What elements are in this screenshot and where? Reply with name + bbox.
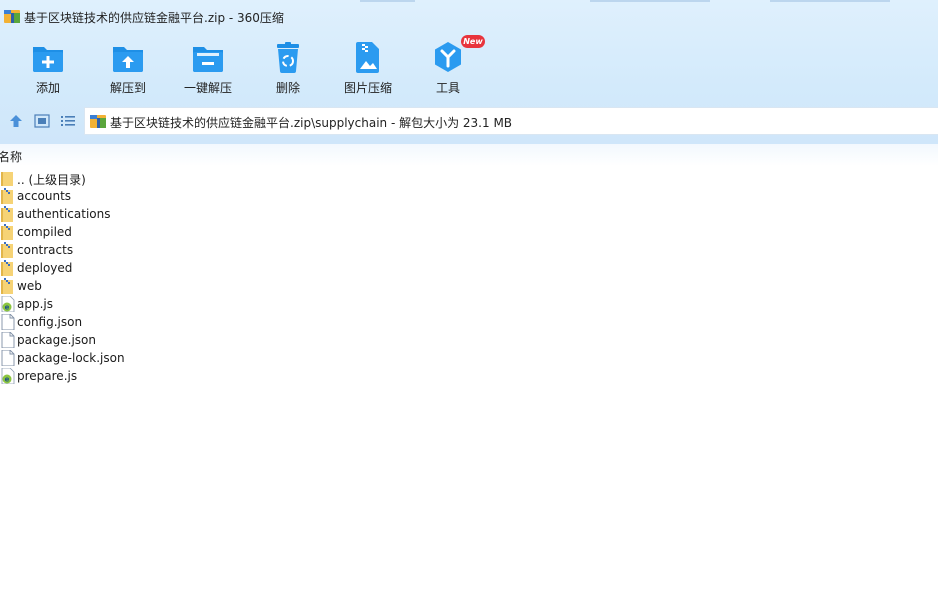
title-decoration	[360, 0, 415, 2]
folder-icon	[1, 260, 13, 276]
javascript-file-icon: e	[1, 368, 15, 384]
new-badge: New	[461, 35, 485, 48]
folder-icon	[1, 278, 13, 294]
toolbar: 添加 解压到 一键解压 删除 图片压缩 New 工具	[0, 32, 938, 102]
add-icon	[33, 47, 63, 72]
file-name: deployed	[17, 261, 73, 275]
file-name: prepare.js	[17, 369, 78, 383]
file-name: app.js	[17, 297, 53, 311]
file-icon	[1, 314, 15, 330]
file-name: authentications	[17, 207, 111, 221]
address-bar[interactable]: 基于区块链技术的供应链金融平台.zip\supplychain - 解包大小为 …	[84, 107, 938, 135]
add-label: 添加	[35, 81, 60, 95]
title-decoration	[770, 0, 890, 2]
file-name: config.json	[17, 315, 83, 329]
list-item[interactable]: authentications	[0, 205, 300, 223]
image-compress-icon	[356, 42, 379, 73]
extract-folder-icon	[113, 47, 143, 72]
file-name: package-lock.json	[17, 351, 125, 365]
folder-icon	[1, 188, 13, 204]
file-name: accounts	[17, 189, 72, 203]
folder-icon	[1, 242, 13, 258]
tools-label: 工具	[435, 81, 460, 95]
file-name: compiled	[17, 225, 72, 239]
list-view-icon[interactable]	[59, 112, 77, 130]
folder-icon	[1, 206, 13, 222]
folder-icon	[1, 224, 13, 240]
name-column-header[interactable]: 名称	[0, 148, 22, 165]
zip-archive-icon	[90, 115, 106, 128]
window-chrome: 基于区块链技术的供应链金融平台.zip - 360压缩 添加 解压到 一键解压 …	[0, 0, 938, 144]
list-item[interactable]: compiled	[0, 223, 300, 241]
list-item[interactable]: e prepare.js	[0, 367, 300, 385]
delete-label: 删除	[275, 81, 300, 95]
one-click-extract-icon	[193, 47, 223, 72]
svg-text:e: e	[5, 376, 10, 384]
parent-folder-icon	[1, 172, 13, 186]
extract-to-label: 解压到	[109, 81, 146, 95]
javascript-file-icon: e	[1, 296, 15, 312]
list-item[interactable]: contracts	[0, 241, 300, 259]
file-name: contracts	[17, 243, 74, 257]
image-compress-button[interactable]: 图片压缩	[328, 38, 408, 98]
tools-icon	[435, 42, 461, 72]
svg-text:e: e	[5, 304, 10, 312]
list-item[interactable]: e app.js	[0, 295, 300, 313]
archive-path: 基于区块链技术的供应链金融平台.zip\supplychain - 解包大小为 …	[110, 116, 513, 130]
file-list: .. (上级目录) accounts authentications compi…	[0, 169, 938, 385]
list-item[interactable]: accounts	[0, 187, 300, 205]
tools-button[interactable]: New 工具	[408, 35, 488, 98]
window-title: 基于区块链技术的供应链金融平台.zip - 360压缩	[24, 11, 284, 25]
image-compress-label: 图片压缩	[343, 81, 392, 95]
list-item[interactable]: package-lock.json	[0, 349, 300, 367]
list-item[interactable]: deployed	[0, 259, 300, 277]
extract-to-button[interactable]: 解压到	[88, 38, 168, 98]
list-item[interactable]: .. (上级目录)	[0, 169, 300, 187]
file-name: .. (上级目录)	[17, 173, 86, 187]
file-icon	[1, 350, 15, 366]
one-click-extract-button[interactable]: 一键解压	[168, 38, 248, 98]
one-click-extract-label: 一键解压	[183, 81, 232, 95]
thumbnail-view-icon[interactable]	[33, 112, 51, 130]
up-arrow-icon[interactable]	[7, 112, 25, 130]
title-bar: 基于区块链技术的供应链金融平台.zip - 360压缩	[0, 0, 938, 32]
file-name: package.json	[17, 333, 97, 347]
delete-button[interactable]: 删除	[248, 38, 328, 98]
add-button[interactable]: 添加	[8, 38, 88, 98]
navigation-bar: 基于区块链技术的供应链金融平台.zip\supplychain - 解包大小为 …	[0, 106, 938, 136]
column-header: 名称	[0, 144, 938, 166]
file-icon	[1, 332, 15, 348]
recycle-bin-icon	[277, 42, 299, 73]
list-item[interactable]: package.json	[0, 331, 300, 349]
archive-app-icon	[4, 10, 20, 23]
file-name: web	[17, 279, 42, 293]
list-item[interactable]: web	[0, 277, 300, 295]
list-item[interactable]: config.json	[0, 313, 300, 331]
title-decoration	[590, 0, 710, 2]
